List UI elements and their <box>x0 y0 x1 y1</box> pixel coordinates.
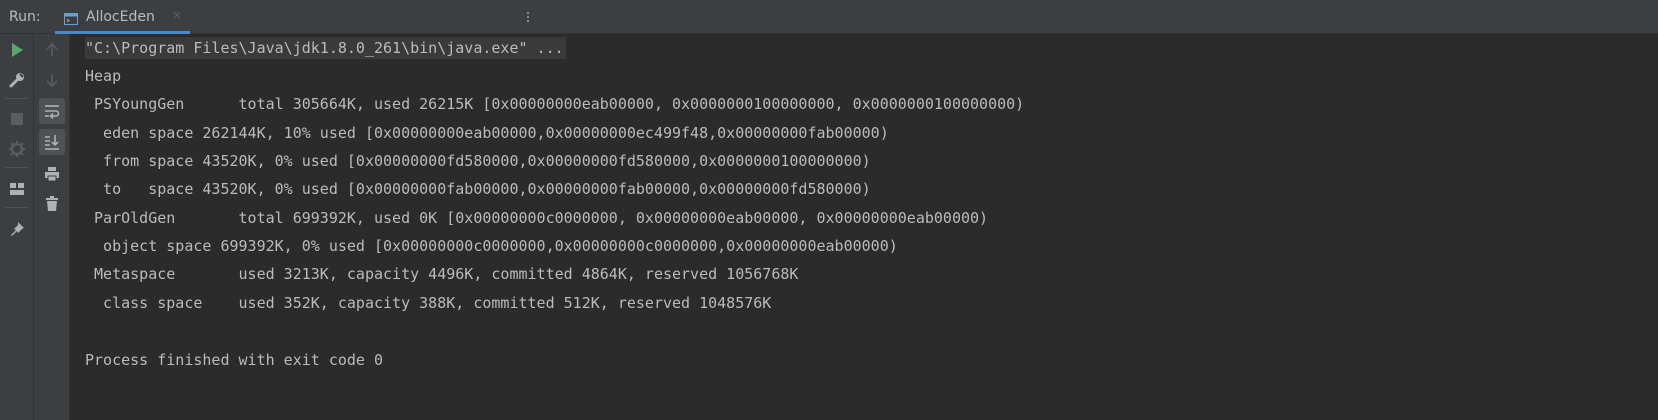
wrench-icon[interactable] <box>4 67 30 93</box>
console-line: PSYoungGen total 305664K, used 26215K [0… <box>85 95 1025 113</box>
soft-wrap-icon[interactable] <box>39 98 65 124</box>
console-output[interactable]: "C:\Program Files\Java\jdk1.8.0_261\bin\… <box>70 34 1658 420</box>
tab-title: AllocEden <box>86 9 155 25</box>
toolbar-divider <box>5 98 29 99</box>
console-line: from space 43520K, 0% used [0x00000000fd… <box>85 152 871 170</box>
primary-toolbar <box>0 34 34 420</box>
up-arrow-icon[interactable] <box>39 37 65 63</box>
more-options-icon[interactable] <box>525 9 531 25</box>
run-tool-window: Run: AllocEden ✕ "C:\Program Files\Java\… <box>0 0 1658 420</box>
secondary-toolbar <box>34 34 70 420</box>
stop-icon[interactable] <box>4 106 30 132</box>
debug-settings-icon[interactable] <box>4 136 30 162</box>
console-run-icon <box>64 10 78 25</box>
console-command-line: "C:\Program Files\Java\jdk1.8.0_261\bin\… <box>85 37 566 59</box>
console-line: eden space 262144K, 10% used [0x00000000… <box>85 124 889 142</box>
down-arrow-icon[interactable] <box>39 67 65 93</box>
layout-icon[interactable] <box>4 176 30 202</box>
pin-icon[interactable] <box>4 216 30 242</box>
rerun-icon[interactable] <box>4 37 30 63</box>
run-label: Run: <box>9 9 41 25</box>
tab-allocEden[interactable]: AllocEden ✕ <box>55 0 190 34</box>
console-line: object space 699392K, 0% used [0x0000000… <box>85 237 898 255</box>
console-line: to space 43520K, 0% used [0x00000000fab0… <box>85 180 871 198</box>
print-icon[interactable] <box>39 161 65 187</box>
console-line: Metaspace used 3213K, capacity 4496K, co… <box>85 265 799 283</box>
toolbar-divider <box>5 207 29 208</box>
scroll-to-end-icon[interactable] <box>39 129 65 155</box>
toolbar-divider <box>5 167 29 168</box>
console-line: Heap <box>85 67 122 85</box>
run-tool-window-header: Run: AllocEden ✕ <box>0 0 1658 34</box>
trash-icon[interactable] <box>39 191 65 217</box>
console-line: ParOldGen total 699392K, used 0K [0x0000… <box>85 209 989 227</box>
console-exit-line: Process finished with exit code 0 <box>85 351 384 369</box>
close-icon[interactable]: ✕ <box>171 10 183 22</box>
console-line: class space used 352K, capacity 388K, co… <box>85 294 772 312</box>
